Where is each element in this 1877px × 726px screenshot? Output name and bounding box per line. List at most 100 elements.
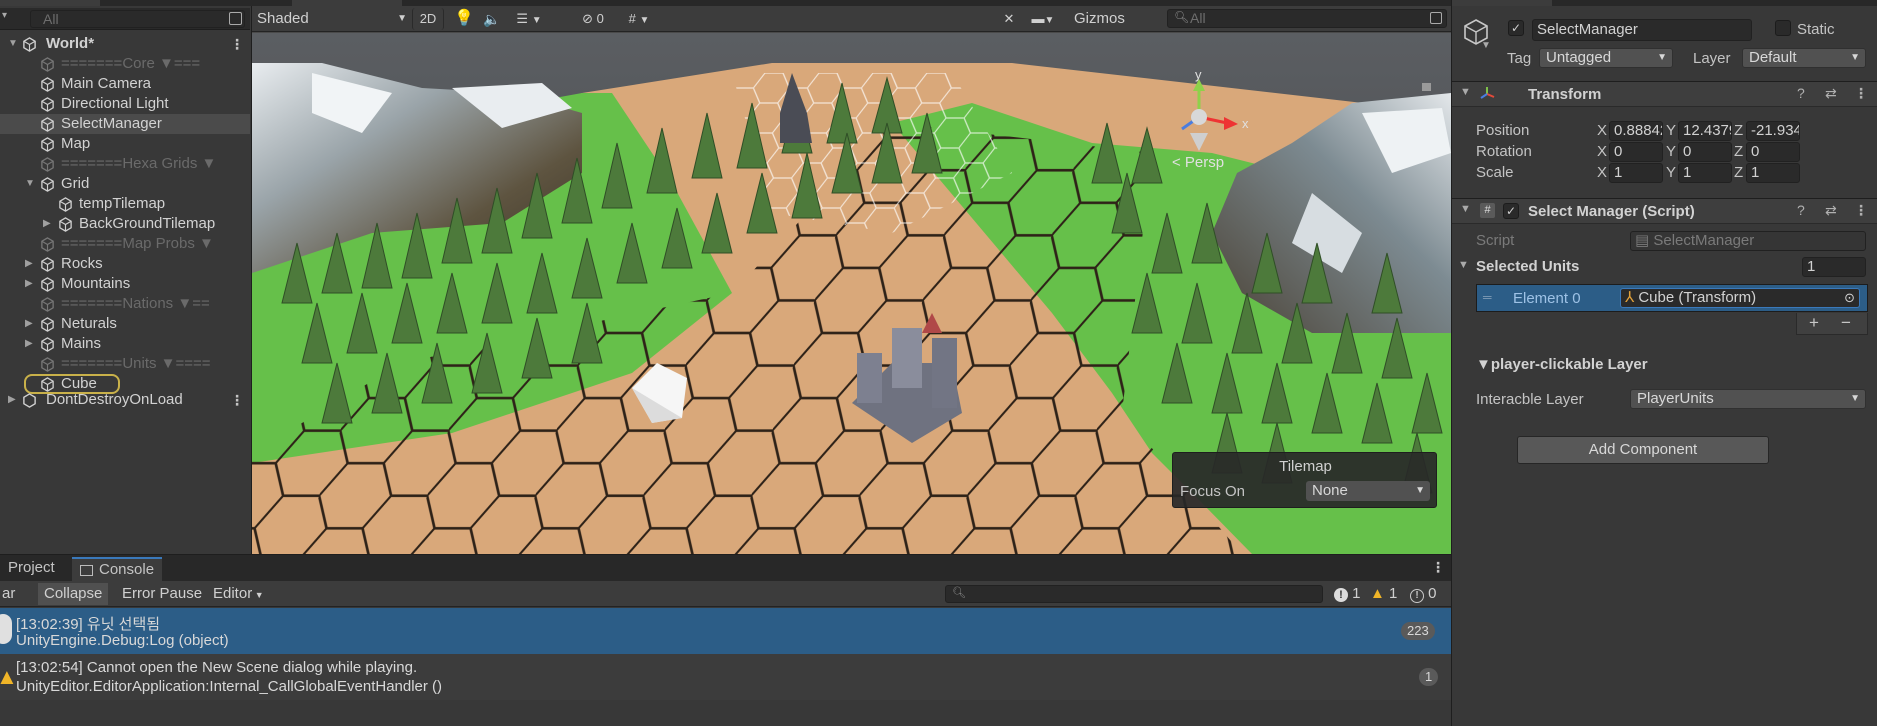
add-component-button[interactable]: Add Component <box>1517 436 1769 464</box>
rotation-z-field[interactable]: 0 <box>1746 142 1800 162</box>
clickable-layer-section[interactable]: ▼player-clickable Layer <box>1476 356 1648 373</box>
console-entry-info[interactable]: [13:02:39] 유닛 선택됨 UnityEngine.Debug:Log … <box>0 608 1451 654</box>
chevron-right-icon[interactable]: ▶ <box>25 274 33 294</box>
rotation-y-field[interactable]: 0 <box>1678 142 1732 162</box>
warning-count-toggle[interactable]: ▲ 1 <box>1364 583 1403 605</box>
collapse-toggle[interactable]: Collapse <box>38 583 109 605</box>
hierarchy-item-separator-hexa-grids[interactable]: =======Hexa Grids ▼ <box>0 154 250 174</box>
hierarchy-item-selectmanager[interactable]: SelectManager <box>0 114 250 134</box>
hierarchy-item-rocks[interactable]: ▶ Rocks <box>0 254 250 274</box>
chevron-right-icon[interactable]: ▶ <box>8 390 16 410</box>
chevron-right-icon[interactable]: ▶ <box>25 254 33 274</box>
script-enabled-checkbox[interactable]: ✓ <box>1503 203 1519 219</box>
position-y-field[interactable]: 12.4379 <box>1678 121 1732 141</box>
scale-x-field[interactable]: 1 <box>1609 163 1663 183</box>
script-component-header[interactable]: ▼ # ✓ Select Manager (Script) ? ⇄ ⋮ <box>1452 198 1877 224</box>
lighting-toggle-icon[interactable]: 💡 <box>452 8 476 30</box>
hierarchy-item-separator-nations[interactable]: =======Nations ▼== <box>0 294 250 314</box>
presets-icon[interactable]: ⇄ <box>1825 85 1837 102</box>
x-axis-label[interactable]: X <box>1597 143 1607 160</box>
position-z-field[interactable]: -21.934 <box>1746 121 1800 141</box>
chevron-down-icon[interactable]: ▼ <box>8 34 18 54</box>
error-count-toggle[interactable]: ! 0 <box>1404 583 1443 605</box>
drag-handle-icon[interactable]: ═ <box>1483 290 1492 304</box>
scale-y-field[interactable]: 1 <box>1678 163 1732 183</box>
hierarchy-search-input[interactable]: All <box>30 10 245 28</box>
hierarchy-tab[interactable] <box>0 0 100 6</box>
more-menu-icon[interactable]: ⋮ <box>230 390 244 410</box>
hidden-objects-toggle[interactable]: ⊘ 0 <box>572 8 614 30</box>
search-filter-icon[interactable] <box>229 12 242 25</box>
selected-units-size[interactable]: 1 <box>1802 257 1866 277</box>
console-entry-warning[interactable]: ▲ [13:02:54] Cannot open the New Scene d… <box>0 654 1451 700</box>
active-checkbox[interactable]: ✓ <box>1508 20 1524 36</box>
element-row[interactable]: ═ Element 0 ⅄ Cube (Transform) ⊙ <box>1476 284 1868 312</box>
scale-z-field[interactable]: 1 <box>1746 163 1800 183</box>
editor-dropdown[interactable]: Editor ▼ <box>207 583 270 605</box>
audio-toggle-icon[interactable]: 🔈 <box>480 8 504 30</box>
hierarchy-item-separator-units[interactable]: =======Units ▼==== <box>0 354 250 374</box>
camera-dropdown[interactable]: ▬▼ <box>1025 8 1061 30</box>
component-menu-icon[interactable]: ⋮ <box>1854 85 1868 102</box>
interactable-layer-dropdown[interactable]: PlayerUnits ▼ <box>1630 389 1866 409</box>
mode-2d-toggle[interactable]: 2D <box>412 8 444 30</box>
more-menu-icon[interactable]: ⋮ <box>230 34 244 54</box>
hierarchy-item-directional-light[interactable]: Directional Light <box>0 94 250 114</box>
error-pause-toggle[interactable]: Error Pause <box>116 583 208 605</box>
hierarchy-item-mains[interactable]: ▶ Mains <box>0 334 250 354</box>
scene-root-row[interactable]: ▼ World* ⋮ <box>0 34 250 54</box>
effects-dropdown[interactable]: ☰ ▼ <box>508 8 550 30</box>
persp-label[interactable]: < Persp <box>1172 154 1224 171</box>
hierarchy-item-neturals[interactable]: ▶ Neturals <box>0 314 250 334</box>
remove-element-button[interactable]: − <box>1841 313 1851 333</box>
y-axis-label[interactable]: Y <box>1666 164 1676 181</box>
z-axis-label[interactable]: Z <box>1734 164 1743 181</box>
transform-header[interactable]: ▼ Transform ? ⇄ ⋮ <box>1452 81 1877 107</box>
component-menu-icon[interactable]: ⋮ <box>1854 202 1868 219</box>
chevron-right-icon[interactable]: ▶ <box>25 334 33 354</box>
selected-units-label[interactable]: Selected Units <box>1476 258 1579 275</box>
focus-on-dropdown[interactable]: None ▼ <box>1306 481 1430 501</box>
create-dropdown-icon[interactable]: ▾ <box>2 10 7 21</box>
gizmos-dropdown[interactable]: Gizmos ▼ <box>1074 8 1144 48</box>
chevron-right-icon[interactable]: ▶ <box>25 314 33 334</box>
more-menu-icon[interactable]: ⋮ <box>1431 559 1445 576</box>
chevron-right-icon[interactable]: ▶ <box>43 214 51 234</box>
lock-icon[interactable] <box>1422 83 1431 91</box>
hierarchy-item-temptilemap[interactable]: tempTilemap <box>0 194 250 214</box>
info-count-toggle[interactable]: ! 1 <box>1328 583 1367 605</box>
tools-icon[interactable]: ✕ <box>997 8 1021 30</box>
element-object-field[interactable]: ⅄ Cube (Transform) ⊙ <box>1620 288 1860 308</box>
rotation-x-field[interactable]: 0 <box>1609 142 1663 162</box>
chevron-down-icon[interactable]: ▼ <box>25 174 35 194</box>
layer-dropdown[interactable]: Default ▼ <box>1742 48 1866 68</box>
static-checkbox[interactable] <box>1775 20 1791 36</box>
add-element-button[interactable]: + <box>1809 313 1819 333</box>
hierarchy-item-separator-core[interactable]: =======Core ▼=== <box>0 54 250 74</box>
hierarchy-item-map[interactable]: Map <box>0 134 250 154</box>
position-x-field[interactable]: 0.88842 <box>1609 121 1663 141</box>
tag-dropdown[interactable]: Untagged ▼ <box>1539 48 1673 68</box>
console-search-input[interactable]: 🔍︎ <box>945 585 1323 603</box>
tab-console[interactable]: Console <box>72 557 163 581</box>
clear-button[interactable]: ar <box>0 583 17 605</box>
shading-mode-dropdown[interactable]: Shaded ▼ <box>257 8 407 30</box>
scene-search-input[interactable]: 🔍︎ All <box>1167 9 1447 28</box>
x-axis-label[interactable]: X <box>1597 122 1607 139</box>
hierarchy-item-backgroundtilemap[interactable]: ▶ BackGroundTilemap <box>0 214 250 234</box>
hierarchy-item-mountains[interactable]: ▶ Mountains <box>0 274 250 294</box>
help-icon[interactable]: ? <box>1797 85 1805 101</box>
search-filter-icon[interactable] <box>1430 12 1442 24</box>
dontdestroy-row[interactable]: ▶ DontDestroyOnLoad ⋮ <box>0 390 250 410</box>
z-axis-label[interactable]: Z <box>1734 122 1743 139</box>
object-picker-icon[interactable]: ⊙ <box>1844 289 1855 307</box>
y-axis-label[interactable]: Y <box>1666 122 1676 139</box>
icon-dropdown-icon[interactable]: ▼ <box>1481 40 1491 51</box>
help-icon[interactable]: ? <box>1797 202 1805 218</box>
hierarchy-item-grid[interactable]: ▼ Grid <box>0 174 250 194</box>
tab-project[interactable]: Project <box>0 557 63 581</box>
presets-icon[interactable]: ⇄ <box>1825 202 1837 219</box>
inspector-tab[interactable] <box>1452 0 1552 6</box>
y-axis-label[interactable]: Y <box>1666 143 1676 160</box>
hierarchy-item-main-camera[interactable]: Main Camera <box>0 74 250 94</box>
